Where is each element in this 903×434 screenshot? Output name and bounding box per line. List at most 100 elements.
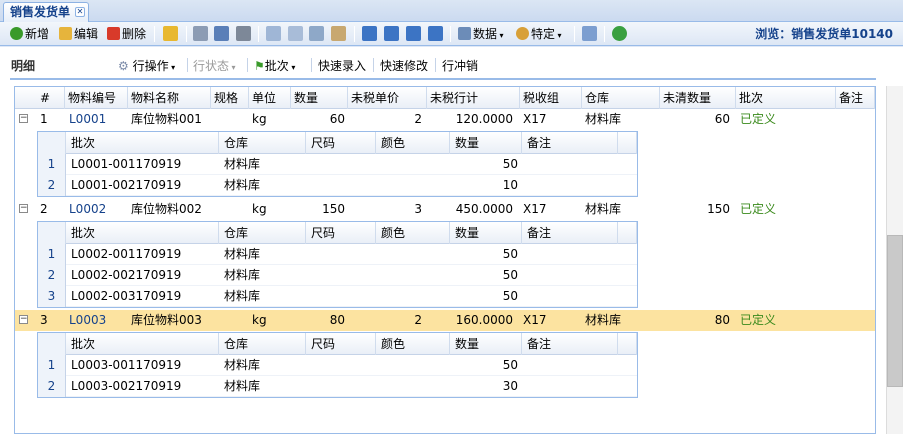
subgrid-row[interactable]: 1 L0003-001170919 材料库 50 bbox=[38, 355, 637, 376]
subgrid-row[interactable]: 2 L0003-002170919 材料库 30 bbox=[38, 376, 637, 397]
folder-icon bbox=[59, 27, 72, 40]
batch-status[interactable]: 已定义 bbox=[740, 199, 800, 220]
column-header[interactable]: 未清数量 bbox=[660, 87, 736, 109]
column-header[interactable]: 数量 bbox=[291, 87, 348, 109]
toolbar-separator bbox=[258, 26, 259, 42]
subgrid-filler bbox=[618, 222, 637, 244]
quick-entry-button[interactable]: 快速录入 bbox=[318, 57, 366, 74]
subgrid-column-header[interactable]: 备注 bbox=[522, 333, 618, 355]
subgrid-row[interactable]: 2 L0002-002170919 材料库 50 bbox=[38, 265, 637, 286]
warehouse: 材料库 bbox=[585, 202, 622, 216]
special-label: 特定 bbox=[531, 27, 556, 41]
subgrid-corner bbox=[38, 333, 66, 355]
material-code[interactable]: L0003 bbox=[69, 310, 129, 331]
subgrid-row[interactable]: 2 L0001-002170919 材料库 10 bbox=[38, 175, 637, 196]
column-header[interactable]: 税收组 bbox=[520, 87, 582, 109]
subgrid-column-header[interactable]: 备注 bbox=[522, 132, 618, 154]
subgrid-column-header[interactable]: 尺码 bbox=[306, 333, 376, 355]
subgrid-column-header[interactable]: 颜色 bbox=[376, 132, 450, 154]
lock-icon[interactable] bbox=[163, 26, 178, 41]
row-number: 1 bbox=[40, 112, 48, 126]
quick-edit-button[interactable]: 快速修改 bbox=[380, 57, 428, 74]
unit-price: 2 bbox=[414, 313, 422, 327]
paste-icon[interactable] bbox=[331, 26, 346, 41]
subgrid-column-header[interactable]: 数量 bbox=[450, 333, 522, 355]
column-header[interactable]: 物料编号 bbox=[65, 87, 128, 109]
subgrid-column-header[interactable]: 批次 bbox=[66, 333, 219, 355]
table-row[interactable]: − 3 L0003 库位物料003 kg 80 2 160.0000 X17 材料库 80 已定义 bbox=[15, 310, 875, 331]
subgrid-row[interactable]: 3 L0002-003170919 材料库 50 bbox=[38, 286, 637, 307]
close-icon[interactable]: ✕ bbox=[75, 7, 85, 17]
data-menu-button[interactable]: 数据 ▾ bbox=[458, 25, 504, 43]
column-header[interactable]: 规格 bbox=[211, 87, 249, 109]
column-header[interactable]: 仓库 bbox=[582, 87, 660, 109]
collapse-icon[interactable]: − bbox=[19, 204, 28, 213]
column-header[interactable]: 未税行计 bbox=[427, 87, 520, 109]
mail-icon[interactable] bbox=[266, 26, 281, 41]
prev-record-icon[interactable] bbox=[384, 26, 399, 41]
edit-button[interactable]: 编辑 bbox=[59, 25, 98, 43]
row-reverse-button[interactable]: 行冲销 bbox=[442, 57, 478, 74]
subgrid-column-header[interactable]: 颜色 bbox=[376, 222, 450, 244]
pdf-icon[interactable] bbox=[214, 26, 229, 41]
column-header[interactable]: 单位 bbox=[249, 87, 291, 109]
message-icon[interactable] bbox=[288, 26, 303, 41]
delete-button[interactable]: 删除 bbox=[107, 25, 146, 43]
subgrid-column-header[interactable]: 备注 bbox=[522, 222, 618, 244]
subgrid-column-header[interactable]: 批次 bbox=[66, 132, 219, 154]
subgrid-column-header[interactable]: 批次 bbox=[66, 222, 219, 244]
material-code[interactable]: L0002 bbox=[69, 199, 129, 220]
batch-button[interactable]: ⚑批次 ▾ bbox=[254, 57, 295, 74]
copy-icon[interactable] bbox=[309, 26, 324, 41]
refresh-icon[interactable] bbox=[612, 26, 627, 41]
batch-icon: ⚑ bbox=[254, 59, 265, 73]
print-icon[interactable] bbox=[236, 26, 251, 41]
subgrid-column-header[interactable]: 数量 bbox=[450, 222, 522, 244]
column-header[interactable]: 备注 bbox=[836, 87, 875, 109]
new-button[interactable]: 新增 bbox=[10, 25, 49, 43]
subgrid-column-header[interactable]: 仓库 bbox=[219, 132, 306, 154]
scrollbar-thumb[interactable] bbox=[887, 235, 903, 387]
subgrid-row[interactable]: 1 L0001-001170919 材料库 50 bbox=[38, 154, 637, 175]
batch-number: L0002-002170919 bbox=[71, 268, 182, 282]
row-status-button[interactable]: 行状态 ▾ bbox=[193, 57, 236, 74]
subgrid-column-header[interactable]: 尺码 bbox=[306, 222, 376, 244]
open-quantity: 80 bbox=[714, 313, 730, 327]
table-row[interactable]: − 2 L0002 库位物料002 kg 150 3 450.0000 X17 材料库 150 已定义 bbox=[15, 199, 875, 220]
subgrid-quantity: 30 bbox=[502, 379, 518, 393]
column-header[interactable]: 未税单价 bbox=[348, 87, 427, 109]
subgrid-row[interactable]: 1 L0002-001170919 材料库 50 bbox=[38, 244, 637, 265]
last-record-icon[interactable] bbox=[428, 26, 443, 41]
open-quantity: 60 bbox=[714, 112, 730, 126]
tax-group: X17 bbox=[523, 202, 547, 216]
toolbar-separator bbox=[311, 58, 312, 72]
unit: kg bbox=[252, 112, 267, 126]
tab-sales-delivery[interactable]: 销售发货单 ✕ bbox=[3, 2, 89, 23]
subgrid-column-header[interactable]: 颜色 bbox=[376, 333, 450, 355]
spellcheck-icon[interactable] bbox=[582, 26, 597, 41]
collapse-icon[interactable]: − bbox=[19, 315, 28, 324]
column-header[interactable]: 批次 bbox=[736, 87, 836, 109]
batch-label: 批次 bbox=[264, 59, 289, 73]
special-menu-button[interactable]: 特定 ▾ bbox=[516, 25, 562, 43]
collapse-icon[interactable]: − bbox=[19, 114, 28, 123]
material-code[interactable]: L0001 bbox=[69, 109, 129, 130]
first-record-icon[interactable] bbox=[362, 26, 377, 41]
column-header[interactable]: 物料名称 bbox=[128, 87, 211, 109]
unit: kg bbox=[252, 202, 267, 216]
subgrid-column-header[interactable]: 尺码 bbox=[306, 132, 376, 154]
subgrid-column-header[interactable]: 数量 bbox=[450, 132, 522, 154]
table-row[interactable]: − 1 L0001 库位物料001 kg 60 2 120.0000 X17 材料库 60 已定义 bbox=[15, 109, 875, 130]
subgrid-column-header[interactable]: 仓库 bbox=[219, 333, 306, 355]
batch-status[interactable]: 已定义 bbox=[740, 109, 800, 130]
subgrid-header: 批次 仓库 尺码 颜色 数量 备注 bbox=[38, 222, 637, 244]
row-ops-button[interactable]: ⚙ 行操作 ▾ bbox=[118, 57, 175, 74]
column-header[interactable]: # bbox=[37, 87, 65, 109]
subgrid-filler bbox=[618, 132, 637, 154]
batch-status[interactable]: 已定义 bbox=[740, 310, 800, 331]
tab-title: 销售发货单 bbox=[10, 5, 71, 19]
tools-icon[interactable] bbox=[193, 26, 208, 41]
next-record-icon[interactable] bbox=[406, 26, 421, 41]
batch-number: L0001-001170919 bbox=[71, 157, 182, 171]
subgrid-column-header[interactable]: 仓库 bbox=[219, 222, 306, 244]
